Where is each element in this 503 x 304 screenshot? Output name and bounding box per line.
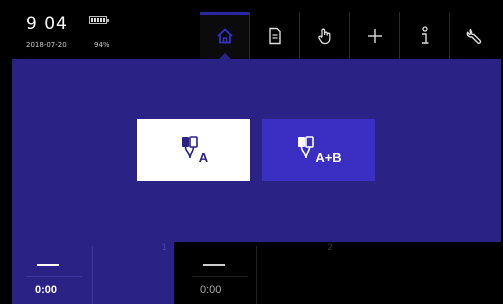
divider — [192, 276, 248, 277]
tab-manual[interactable] — [300, 12, 350, 59]
tab-document[interactable] — [250, 12, 300, 59]
divider — [92, 246, 93, 304]
electrode-a-button[interactable]: A — [137, 119, 250, 181]
channel-number: 2 — [327, 243, 333, 253]
channel-2-tile[interactable]: 2 0:00 — [174, 242, 340, 304]
tab-settings[interactable] — [450, 12, 500, 59]
wrench-icon — [466, 27, 484, 45]
main-nav — [200, 12, 503, 59]
channel-time: 0:00 — [35, 284, 58, 296]
battery-icon — [89, 16, 109, 24]
intensity-placeholder — [37, 264, 59, 266]
info-icon — [418, 25, 432, 46]
tab-add[interactable] — [350, 12, 400, 59]
electrode-pair-icon — [179, 135, 201, 165]
intensity-placeholder — [203, 264, 225, 266]
divider — [26, 276, 82, 277]
home-icon — [216, 27, 234, 45]
electrode-pair-icon — [295, 135, 317, 165]
electrode-mode-panel: A A+B — [12, 59, 501, 242]
date-label: 2018-07-20 — [26, 41, 67, 49]
battery-percent: 94% — [94, 41, 110, 49]
divider — [256, 246, 257, 304]
tab-home[interactable] — [200, 12, 250, 59]
electrode-a-label: A — [198, 149, 209, 165]
electrode-ab-label: A+B — [315, 149, 342, 165]
status-bar: 9 04 2018-07-20 94% — [0, 0, 503, 59]
clock-time: 9 04 — [26, 14, 68, 34]
hand-icon — [316, 27, 334, 45]
tab-info[interactable] — [400, 12, 450, 59]
channel-number: 1 — [161, 243, 167, 253]
channel-time: 0:00 — [200, 284, 222, 296]
channel-1-tile[interactable]: 1 0:00 — [12, 242, 174, 304]
electrode-ab-button[interactable]: A+B — [262, 119, 375, 181]
document-icon — [267, 27, 283, 45]
plus-icon — [366, 27, 384, 45]
